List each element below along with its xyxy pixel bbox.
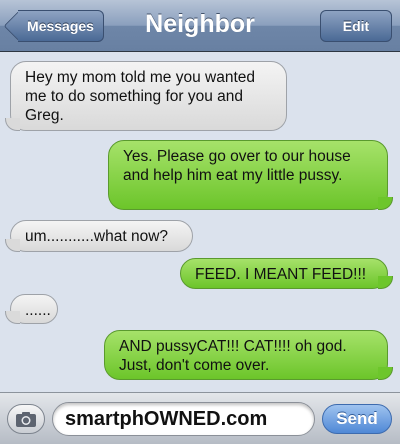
sent-message: FEED. I MEANT FEED!!! — [180, 258, 393, 289]
received-message: ...... — [5, 294, 58, 324]
message-text-field[interactable]: smartphOWNED.com — [52, 402, 315, 436]
camera-icon — [16, 411, 36, 427]
edit-button[interactable]: Edit — [320, 10, 392, 42]
received-message: Hey my mom told me you wanted me to do s… — [5, 61, 287, 131]
sent-message: AND pussyCAT!!! CAT!!!! oh god. Just, do… — [104, 330, 393, 380]
send-button[interactable]: Send — [322, 404, 392, 434]
camera-button[interactable] — [7, 404, 45, 434]
received-message: um...........what now? — [5, 220, 193, 252]
navigation-bar: Messages Neighbor Edit — [0, 0, 400, 52]
message-input-bar: smartphOWNED.com Send — [0, 392, 400, 444]
sent-message: Yes. Please go over to our house and hel… — [108, 140, 393, 210]
